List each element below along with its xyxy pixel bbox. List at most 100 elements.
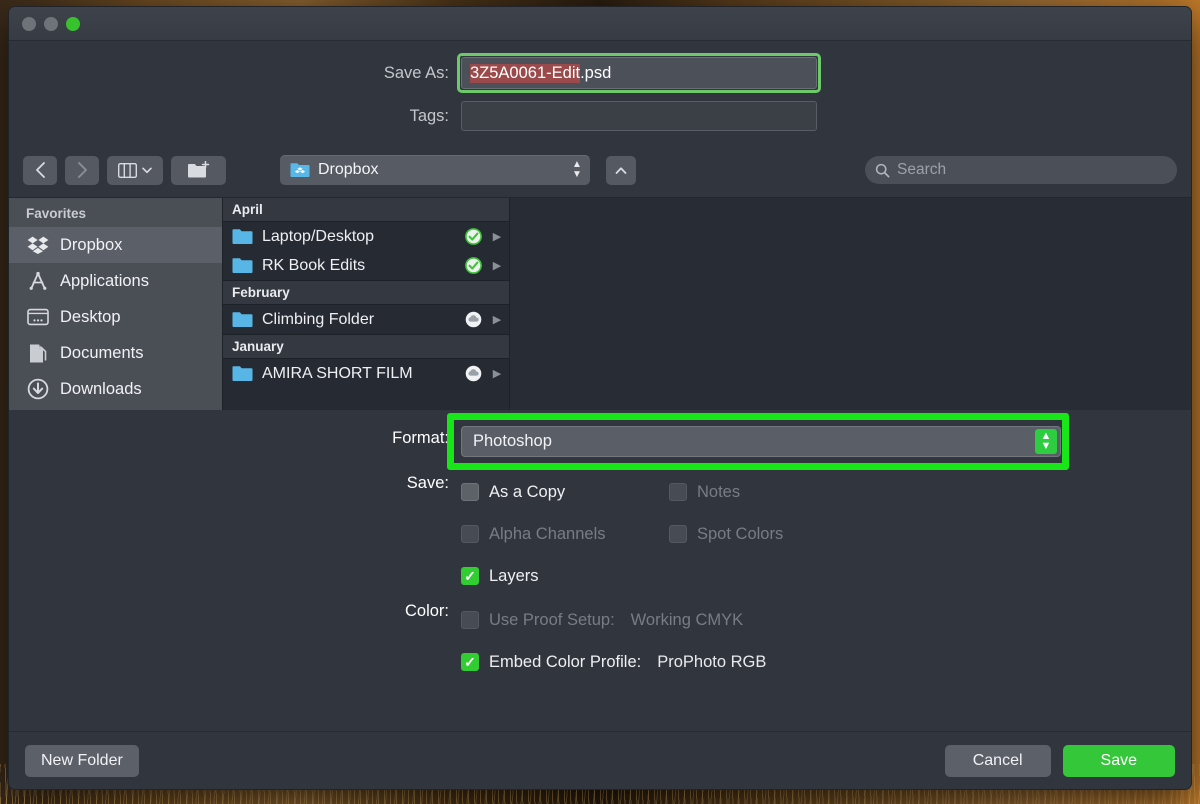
checkbox-box (669, 483, 687, 501)
file-name-input[interactable]: 3Z5A0061-Edit.psd (461, 57, 817, 89)
sidebar-item-desktop[interactable]: Desktop (9, 299, 222, 335)
file-browser: Favorites Dropbox Applicati (9, 197, 1191, 410)
folder-icon (232, 228, 253, 245)
chevron-right-icon (77, 162, 88, 178)
checkbox-as-a-copy[interactable]: As a Copy (461, 471, 669, 513)
save-dialog-window: Save As: 3Z5A0061-Edit.psd Tags: (8, 6, 1192, 790)
sidebar-item-applications[interactable]: Applications (9, 263, 222, 299)
disclosure-triangle-icon[interactable]: ▶ (491, 230, 503, 243)
format-value: Photoshop (473, 432, 552, 451)
color-options-label: Color: (9, 599, 461, 621)
cloud-badge (465, 311, 482, 328)
desktop-icon (26, 306, 49, 329)
proof-setup-value: Working CMYK (631, 611, 743, 630)
location-label: Dropbox (318, 161, 378, 179)
checkbox-spot-colors: Spot Colors (669, 513, 877, 555)
sidebar: Favorites Dropbox Applicati (9, 198, 222, 410)
search-field[interactable]: Search (865, 156, 1177, 184)
checkbox-box (461, 525, 479, 543)
back-button[interactable] (23, 156, 57, 185)
chevron-down-icon (142, 167, 152, 174)
checkbox-label: Layers (489, 567, 539, 586)
zoom-button[interactable] (66, 17, 80, 31)
close-button[interactable] (22, 17, 36, 31)
sidebar-header: Favorites (9, 202, 222, 227)
disclosure-triangle-icon[interactable]: ▶ (491, 313, 503, 326)
sidebar-item-dropbox[interactable]: Dropbox (9, 227, 222, 263)
column-view-icon (118, 163, 137, 178)
sidebar-item-downloads[interactable]: Downloads (9, 371, 222, 407)
sidebar-item-label: Desktop (60, 308, 121, 327)
checkbox-label: As a Copy (489, 483, 565, 502)
sidebar-item-label: Dropbox (60, 236, 122, 255)
color-profile-value: ProPhoto RGB (657, 653, 766, 672)
tags-row: Tags: (9, 101, 1191, 131)
checkbox-label: Spot Colors (697, 525, 783, 544)
location-dropdown[interactable]: Dropbox ▲▼ (280, 155, 590, 185)
sidebar-item-label: Applications (60, 272, 149, 291)
checkbox-label: Embed Color Profile: (489, 653, 641, 672)
color-options-row: Color: Use Proof Setup: Working CMYK ✓ E… (9, 599, 1191, 683)
save-options-grid-row-1: As a Copy Notes (461, 471, 877, 513)
file-group-header: February (223, 280, 509, 305)
sidebar-item-documents[interactable]: Documents (9, 335, 222, 371)
checkbox-label: Alpha Channels (489, 525, 606, 544)
checkbox-layers[interactable]: ✓ Layers (461, 555, 669, 597)
downloads-icon (26, 378, 49, 401)
folder-icon (232, 311, 253, 328)
new-folder-toolbar-button[interactable] (171, 156, 226, 185)
save-as-label: Save As: (9, 64, 461, 83)
file-group-header: April (223, 198, 509, 222)
checkbox-box (461, 611, 479, 629)
new-folder-icon (187, 161, 210, 179)
file-name: Laptop/Desktop (262, 228, 374, 246)
sidebar-item-label: Documents (60, 344, 143, 363)
file-name: Climbing Folder (262, 311, 374, 329)
file-name-extension: .psd (580, 64, 611, 83)
file-row[interactable]: Climbing Folder ▶ (223, 305, 509, 334)
go-up-button[interactable] (606, 156, 636, 185)
cloud-badge (465, 365, 482, 382)
file-name-selected-text: 3Z5A0061-Edit (470, 64, 580, 83)
save-button[interactable]: Save (1063, 745, 1175, 777)
format-row: Format: Photoshop ▲▼ (9, 426, 1191, 457)
file-row[interactable]: AMIRA SHORT FILM ▶ (223, 359, 509, 388)
cancel-button[interactable]: Cancel (945, 745, 1051, 777)
folder-icon (232, 257, 253, 274)
checkbox-use-proof-setup: Use Proof Setup: Working CMYK (461, 599, 766, 641)
minimize-button[interactable] (44, 17, 58, 31)
dropbox-icon (26, 234, 49, 257)
view-mode-button[interactable] (107, 156, 163, 185)
forward-button[interactable] (65, 156, 99, 185)
tags-input[interactable] (461, 101, 817, 131)
navigation-toolbar: Dropbox ▲▼ Search (9, 155, 1191, 197)
disclosure-triangle-icon[interactable]: ▶ (491, 259, 503, 272)
file-row[interactable]: RK Book Edits ▶ (223, 251, 509, 280)
checkbox-box[interactable]: ✓ (461, 653, 479, 671)
file-name-section: Save As: 3Z5A0061-Edit.psd Tags: (9, 41, 1191, 155)
sidebar-item-label: Downloads (60, 380, 142, 399)
file-row[interactable]: Laptop/Desktop ▶ (223, 222, 509, 251)
checkbox-label: Use Proof Setup: (489, 611, 615, 630)
documents-icon (26, 342, 49, 365)
checkbox-embed-color-profile[interactable]: ✓ Embed Color Profile: ProPhoto RGB (461, 641, 766, 683)
checkbox-box (669, 525, 687, 543)
file-group-header: January (223, 334, 509, 359)
format-stepper-icon[interactable]: ▲▼ (1035, 429, 1057, 454)
location-stepper-icon: ▲▼ (568, 160, 586, 180)
file-list-column[interactable]: April Laptop/Desktop ▶ RK Book Edits ▶ F… (222, 198, 509, 410)
preview-column (509, 198, 1191, 410)
applications-icon (26, 270, 49, 293)
search-placeholder: Search (897, 161, 946, 179)
file-name: RK Book Edits (262, 257, 365, 275)
checkbox-box[interactable]: ✓ (461, 567, 479, 585)
checkbox-box[interactable] (461, 483, 479, 501)
new-folder-button[interactable]: New Folder (25, 745, 139, 777)
chevron-left-icon (35, 162, 46, 178)
folder-icon (232, 365, 253, 382)
synced-check-badge (465, 228, 482, 245)
save-as-row: Save As: 3Z5A0061-Edit.psd (9, 57, 1191, 89)
checkbox-notes: Notes (669, 471, 877, 513)
format-dropdown[interactable]: Photoshop ▲▼ (461, 426, 1061, 457)
disclosure-triangle-icon[interactable]: ▶ (491, 367, 503, 380)
